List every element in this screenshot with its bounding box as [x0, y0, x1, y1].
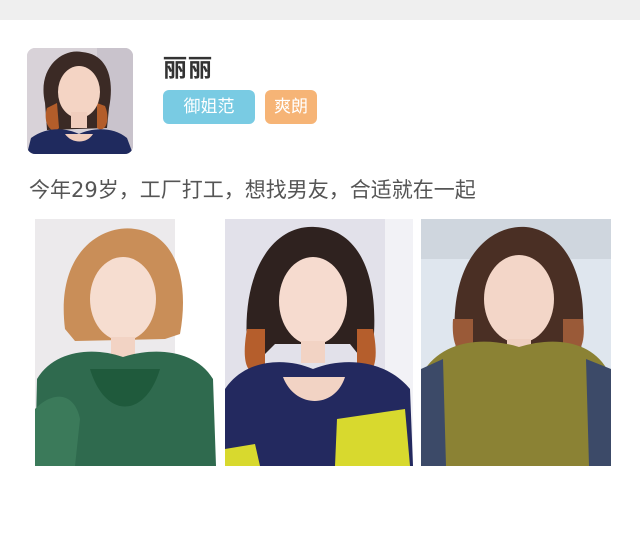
tag-badge-secondary: 爽朗 — [265, 90, 317, 124]
avatar-portrait-icon — [27, 48, 133, 154]
tag-badge-primary: 御姐范 — [163, 90, 255, 124]
top-divider-strip — [0, 0, 640, 20]
photo-2[interactable] — [225, 219, 413, 466]
profile-name: 丽丽 — [163, 54, 213, 82]
portrait-photo-icon — [35, 219, 216, 466]
portrait-photo-icon — [421, 219, 611, 466]
avatar[interactable] — [27, 48, 133, 154]
photo-1[interactable] — [35, 219, 216, 466]
photo-3[interactable] — [421, 219, 611, 466]
portrait-photo-icon — [225, 219, 413, 466]
profile-description: 今年29岁，工厂打工，想找男友，合适就在一起 — [29, 178, 476, 202]
